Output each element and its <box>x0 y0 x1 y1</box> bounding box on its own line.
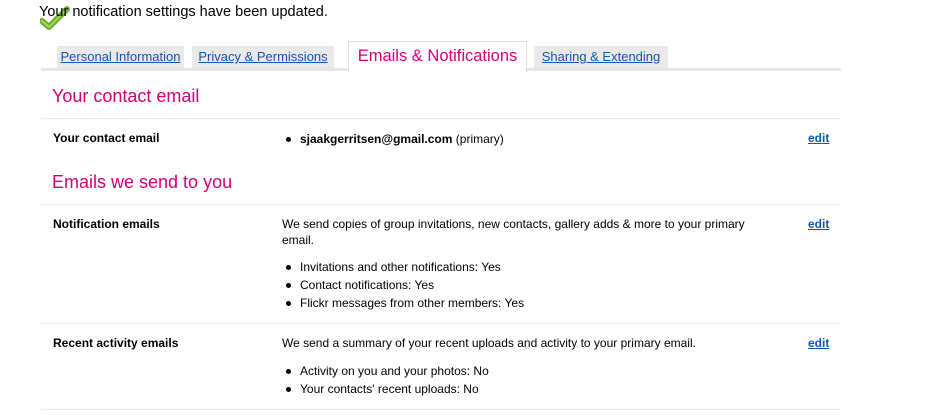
tab-label[interactable]: Privacy & Permissions <box>198 49 327 64</box>
activity-settings-list: Activity on you and your photos: No Your… <box>286 362 489 398</box>
row-label: Your contact email <box>53 131 160 145</box>
edit-contact-email-link[interactable]: edit <box>808 131 829 145</box>
contact-email-address: sjaakgerritsen@gmail.com <box>300 132 453 146</box>
row-description: We send copies of group invitations, new… <box>282 217 745 247</box>
list-item: Activity on you and your photos: No <box>286 362 489 380</box>
list-item: Contact notifications: Yes <box>286 276 524 294</box>
primary-tag: (primary) <box>455 132 504 146</box>
tab-sharing-extending[interactable]: Sharing & Extending <box>534 46 668 68</box>
notice-message: Your notification settings have been upd… <box>39 4 328 20</box>
notification-emails-row: Notification emails We send copies of gr… <box>41 204 841 323</box>
section-title-contact-email: Your contact email <box>52 86 200 106</box>
tab-privacy-permissions[interactable]: Privacy & Permissions <box>192 46 334 68</box>
recent-activity-emails-row: Recent activity emails We send a summary… <box>41 323 841 410</box>
row-description: We send a summary of your recent uploads… <box>282 336 696 350</box>
notification-settings-list: Invitations and other notifications: Yes… <box>286 258 524 312</box>
list-item: Invitations and other notifications: Yes <box>286 258 524 276</box>
tab-emails-notifications[interactable]: Emails & Notifications <box>348 41 527 72</box>
tab-personal-information[interactable]: Personal Information <box>57 46 184 68</box>
section-title-emails-we-send: Emails we send to you <box>52 172 233 192</box>
list-item: Flickr messages from other members: Yes <box>286 294 524 312</box>
tab-label[interactable]: Personal Information <box>61 49 181 64</box>
edit-recent-activity-link[interactable]: edit <box>808 336 829 350</box>
edit-notification-emails-link[interactable]: edit <box>808 217 829 231</box>
tab-label[interactable]: Sharing & Extending <box>542 49 661 64</box>
divider <box>41 409 841 410</box>
row-label: Notification emails <box>53 217 160 231</box>
list-item: Your contacts' recent uploads: No <box>286 380 489 398</box>
list-item: sjaakgerritsen@gmail.com (primary) <box>286 130 504 148</box>
contact-email-row: Your contact email sjaakgerritsen@gmail.… <box>41 118 841 161</box>
contact-email-list: sjaakgerritsen@gmail.com (primary) <box>286 130 504 148</box>
tab-label: Emails & Notifications <box>357 47 518 65</box>
settings-tabs: Personal Information Privacy & Permissio… <box>41 41 841 72</box>
row-label: Recent activity emails <box>53 336 179 350</box>
